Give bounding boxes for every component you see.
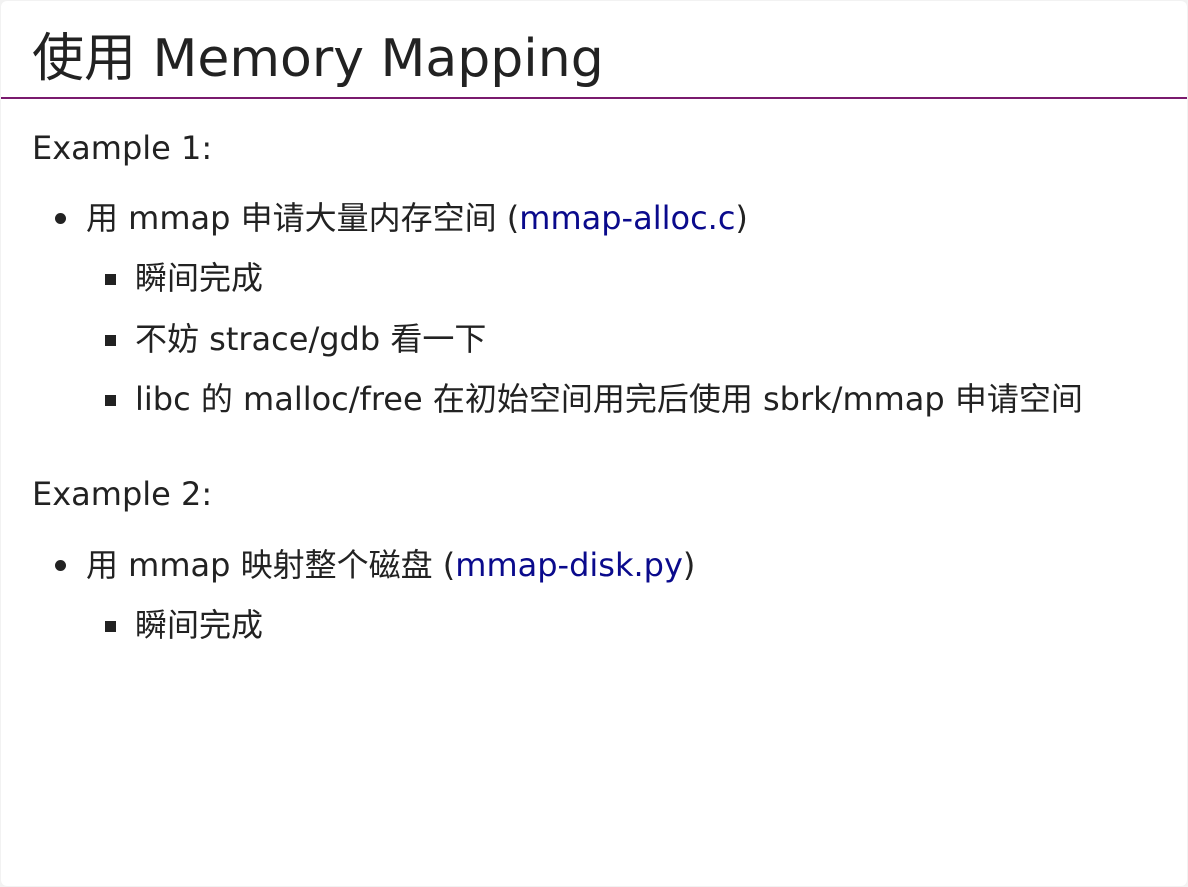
slide-title: 使用 Memory Mapping	[32, 29, 604, 89]
slide: 使用 Memory Mapping Example 1: 用 mmap 申请大量…	[1, 1, 1187, 886]
subitem-text: 瞬间完成	[135, 259, 264, 297]
subitem-text: 瞬间完成	[135, 606, 264, 644]
subitem-text: 不妨 strace/gdb 看一下	[135, 320, 487, 358]
file-link-mmap-alloc[interactable]: mmap-alloc.c	[519, 199, 735, 237]
example-1-subitem: 不妨 strace/gdb 看一下	[105, 319, 487, 359]
square-bullet	[105, 621, 116, 632]
example-2-bullet: 用 mmap 映射整个磁盘 (mmap-disk.py)	[55, 545, 696, 585]
example-1-subitem: 瞬间完成	[105, 258, 264, 298]
example-1-subitem: libc 的 malloc/free 在初始空间用完后使用 sbrk/mmap …	[105, 379, 1083, 419]
bullet-dot	[55, 213, 66, 224]
bullet-suffix: )	[682, 546, 696, 584]
square-bullet	[105, 274, 116, 285]
example-1-bullet: 用 mmap 申请大量内存空间 (mmap-alloc.c)	[55, 198, 748, 238]
bullet-text: 用 mmap 申请大量内存空间 (	[86, 199, 520, 237]
bullet-text: 用 mmap 映射整个磁盘 (	[86, 546, 456, 584]
example-2-subitem: 瞬间完成	[105, 605, 264, 645]
square-bullet	[105, 395, 116, 406]
file-link-mmap-disk[interactable]: mmap-disk.py	[455, 546, 683, 584]
subitem-text: libc 的 malloc/free 在初始空间用完后使用 sbrk/mmap …	[135, 380, 1083, 418]
title-divider	[1, 97, 1187, 99]
square-bullet	[105, 335, 116, 346]
example-1-heading: Example 1:	[32, 129, 213, 167]
bullet-suffix: )	[735, 199, 748, 237]
example-2-heading: Example 2:	[32, 475, 213, 513]
bullet-dot	[55, 560, 66, 571]
